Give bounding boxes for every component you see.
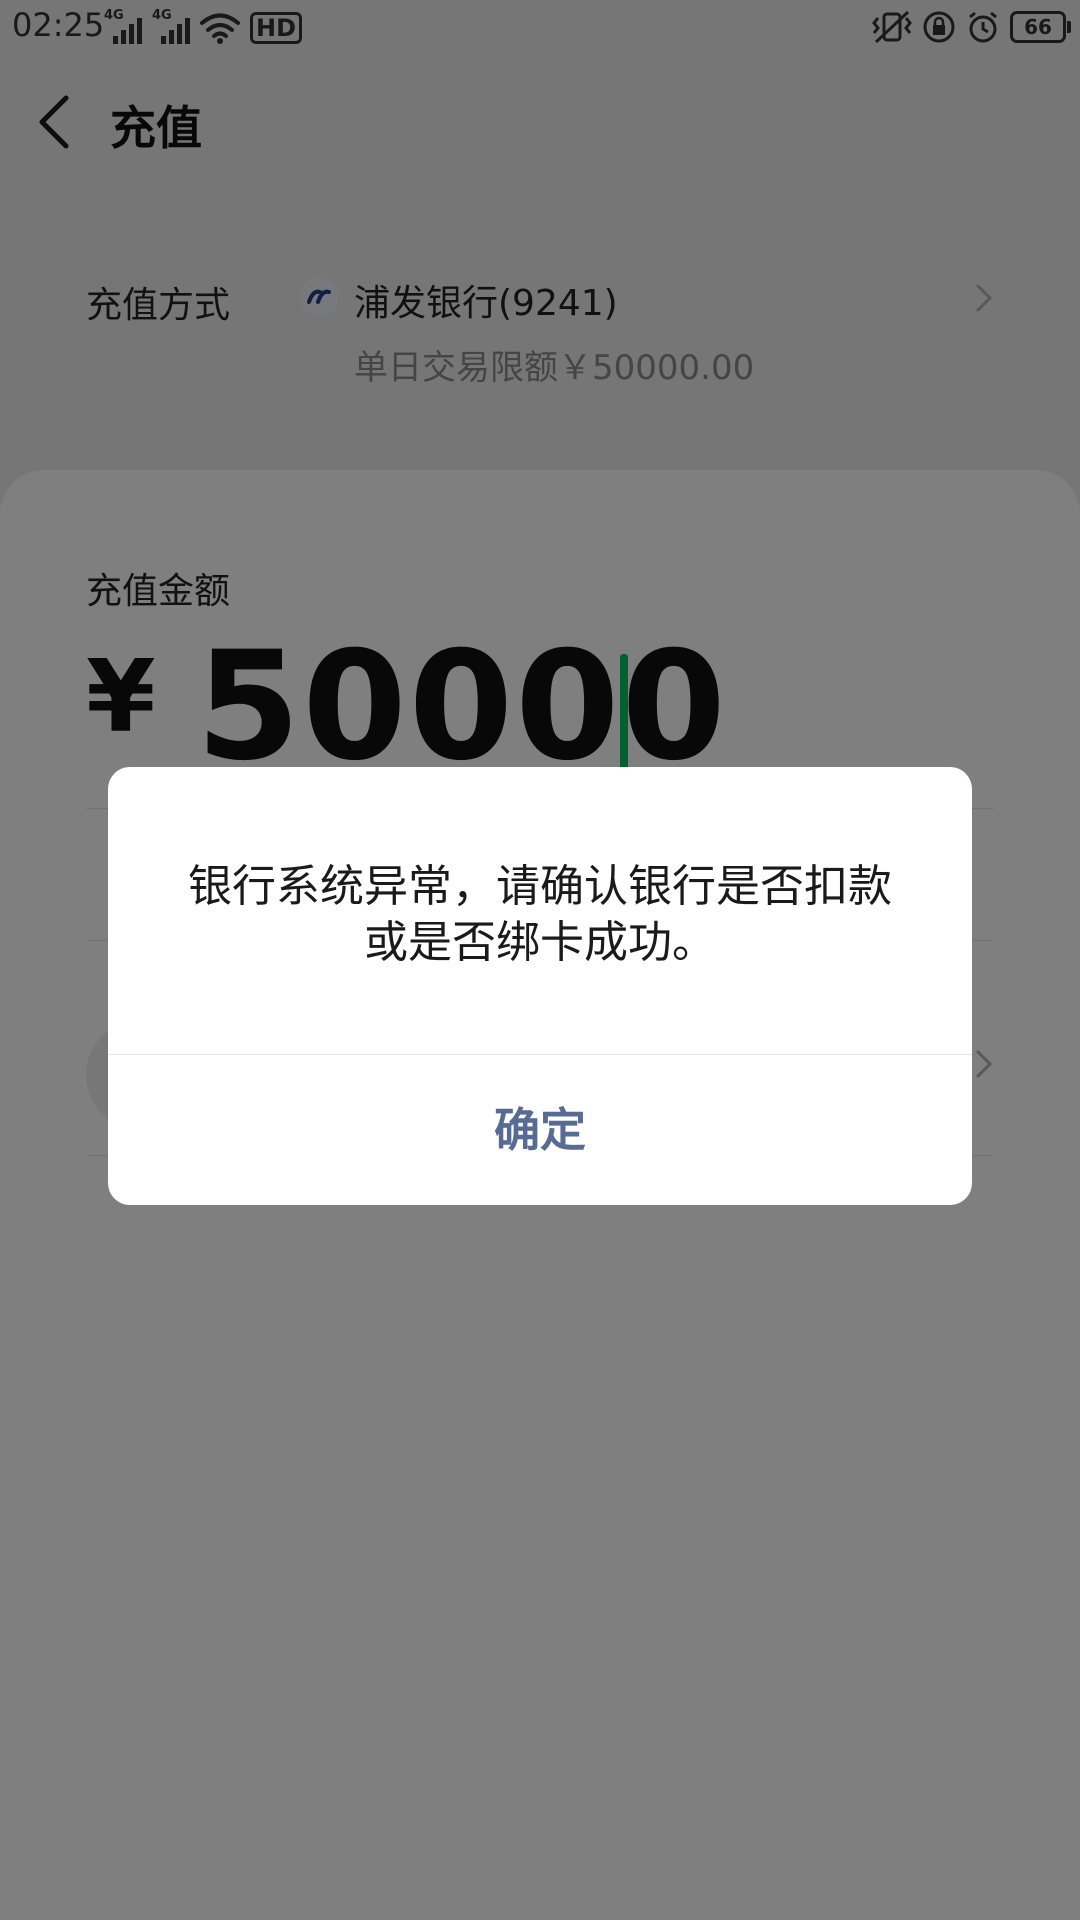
dialog-message: 银行系统异常，请确认银行是否扣款 或是否绑卡成功。 [148,859,932,971]
dialog-message-line: 或是否绑卡成功。 [364,917,716,968]
alert-dialog: 银行系统异常，请确认银行是否扣款 或是否绑卡成功。 确定 [108,767,972,1205]
confirm-button[interactable]: 确定 [108,1055,972,1205]
dialog-message-line: 银行系统异常，请确认银行是否扣款 [188,861,892,912]
